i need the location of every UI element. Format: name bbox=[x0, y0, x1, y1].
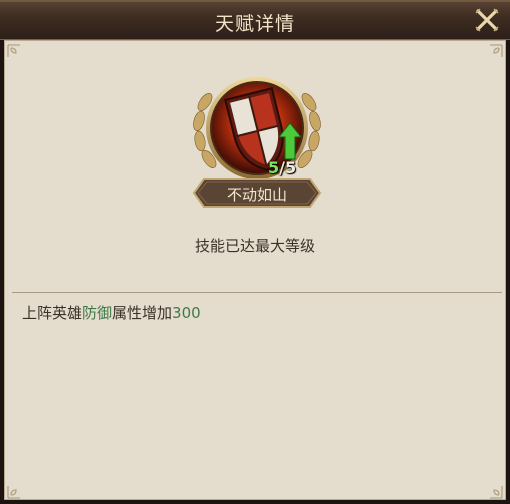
talent-level: 5/5 bbox=[268, 158, 296, 177]
talent-name: 不动如山 bbox=[226, 186, 287, 204]
divider bbox=[12, 292, 502, 293]
corner-ornament-icon bbox=[7, 44, 20, 57]
effect-middle: 属性增加 bbox=[112, 304, 173, 322]
level-max: 5 bbox=[284, 158, 297, 177]
effect-amount: 300 bbox=[172, 304, 201, 322]
close-icon[interactable] bbox=[472, 5, 502, 35]
effect-prefix: 上阵英雄 bbox=[22, 304, 83, 322]
window-header: 天赋详情 bbox=[0, 0, 510, 40]
talent-badge[interactable] bbox=[187, 71, 327, 191]
corner-ornament-icon bbox=[490, 486, 503, 499]
effect-description: 上阵英雄防御属性增加300 bbox=[22, 302, 201, 323]
max-level-text: 技能已达最大等级 bbox=[194, 237, 315, 255]
corner-ornament-icon bbox=[7, 486, 20, 499]
talent-detail-window: 天赋详情 5/5 不动如山 技能已达最大等级 上阵英雄防御属性增加300 bbox=[0, 0, 510, 504]
effect-attribute: 防御 bbox=[82, 304, 113, 322]
corner-ornament-icon bbox=[490, 44, 503, 57]
window-title: 天赋详情 bbox=[214, 13, 295, 35]
level-current: 5 bbox=[268, 158, 280, 177]
